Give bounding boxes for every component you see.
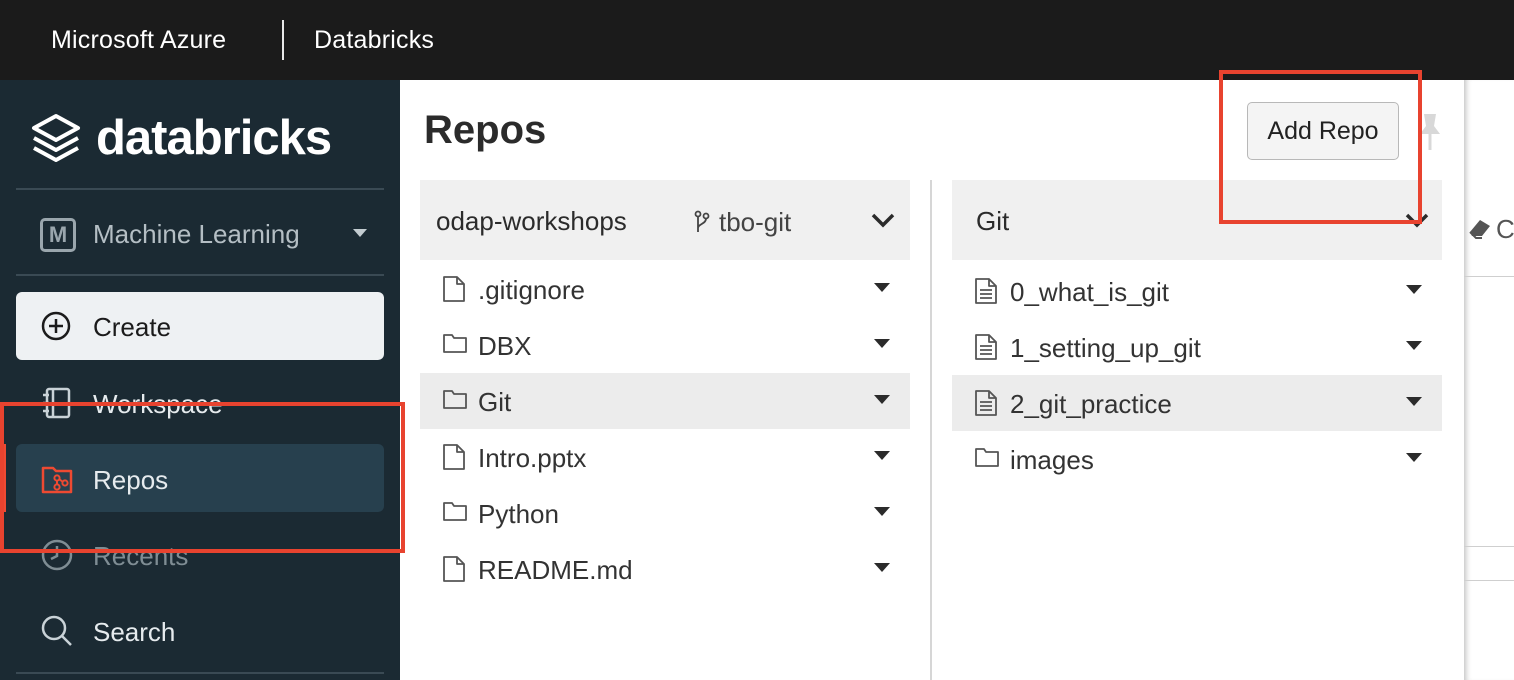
folder-icon xyxy=(443,334,467,353)
notebook-file-icon xyxy=(975,278,997,304)
caret-down-icon[interactable] xyxy=(874,563,890,572)
item-label: .gitignore xyxy=(478,275,585,305)
branch-name[interactable]: tbo-git xyxy=(719,207,791,238)
sidebar-divider xyxy=(16,274,384,276)
databricks-logo-icon xyxy=(32,114,80,162)
create-label: Create xyxy=(93,312,172,342)
item-label: README.md xyxy=(478,555,633,585)
persona-switcher[interactable]: M Machine Learning xyxy=(16,200,384,266)
item-label: 0_what_is_git xyxy=(1010,277,1169,307)
folder-icon xyxy=(443,502,467,521)
list-item[interactable]: Intro.pptx xyxy=(420,429,910,485)
column-divider xyxy=(930,180,932,680)
notebook-file-icon xyxy=(975,334,997,360)
plus-circle-icon xyxy=(41,311,71,341)
list-item[interactable]: README.md xyxy=(420,541,910,597)
file-icon xyxy=(443,444,465,470)
caret-down-icon xyxy=(353,229,367,237)
file-icon xyxy=(443,556,465,582)
folder-column: Git 0_what_is_git 1_setting_up_git 2_git… xyxy=(952,180,1442,680)
item-label: Intro.pptx xyxy=(478,443,587,473)
caret-down-icon[interactable] xyxy=(874,507,890,516)
column-header: odap-workshops tbo-git xyxy=(420,180,910,260)
caret-down-icon[interactable] xyxy=(1406,341,1422,350)
folder-icon xyxy=(975,448,999,467)
list-item[interactable]: images xyxy=(952,431,1442,487)
side-panel-peek: C xyxy=(1464,80,1514,680)
caret-down-icon[interactable] xyxy=(874,451,890,460)
list-item[interactable]: Git xyxy=(420,373,910,429)
highlight-box-repos xyxy=(0,402,405,553)
sidebar-item-label: Search xyxy=(93,617,176,647)
list-item[interactable]: 1_setting_up_git xyxy=(952,319,1442,375)
folder-name: Git xyxy=(976,206,1010,236)
chevron-down-icon[interactable] xyxy=(870,210,896,230)
repo-name[interactable]: odap-workshops xyxy=(436,206,627,237)
sidebar-item-search[interactable]: Search xyxy=(16,596,384,664)
page-title: Repos xyxy=(424,108,547,152)
item-label: 1_setting_up_git xyxy=(1010,333,1201,363)
persona-label: Machine Learning xyxy=(93,219,300,249)
item-label: Git xyxy=(478,387,512,417)
search-icon xyxy=(41,615,72,646)
highlight-box-add-repo xyxy=(1219,70,1422,224)
top-bar: Microsoft Azure Databricks xyxy=(0,0,1514,80)
caret-down-icon[interactable] xyxy=(1406,453,1422,462)
caret-down-icon[interactable] xyxy=(874,283,890,292)
list-item[interactable]: .gitignore xyxy=(420,261,910,317)
product-label: Databricks xyxy=(314,26,435,54)
sidebar: databricks M Machine Learning Create Wor… xyxy=(0,80,400,680)
peek-label: C xyxy=(1496,214,1514,244)
divider xyxy=(1464,276,1514,277)
persona-badge: M xyxy=(40,218,76,252)
list-item[interactable]: Python xyxy=(420,485,910,541)
cloud-provider-label: Microsoft Azure xyxy=(51,26,227,54)
sidebar-divider xyxy=(16,672,384,674)
caret-down-icon[interactable] xyxy=(874,395,890,404)
item-label: 2_git_practice xyxy=(1010,389,1172,419)
folder-icon xyxy=(443,390,467,409)
divider xyxy=(1464,580,1514,581)
git-branch-icon[interactable] xyxy=(694,210,710,234)
item-label: Python xyxy=(478,499,559,529)
repo-column: odap-workshops tbo-git .gitignore DBX Gi… xyxy=(420,180,910,680)
caret-down-icon[interactable] xyxy=(1406,397,1422,406)
divider xyxy=(1464,546,1514,547)
caret-down-icon[interactable] xyxy=(874,339,890,348)
notebook-file-icon xyxy=(975,390,997,416)
caret-down-icon[interactable] xyxy=(1406,285,1422,294)
topbar-divider xyxy=(282,20,284,60)
create-button[interactable]: Create xyxy=(16,292,384,360)
list-item[interactable]: 2_git_practice xyxy=(952,375,1442,431)
item-label: DBX xyxy=(478,331,532,361)
file-icon xyxy=(443,276,465,302)
item-label: images xyxy=(1010,445,1094,475)
sidebar-divider xyxy=(16,188,384,190)
list-item[interactable]: DBX xyxy=(420,317,910,373)
eraser-icon[interactable] xyxy=(1466,216,1492,240)
list-item[interactable]: 0_what_is_git xyxy=(952,263,1442,319)
logo-wordmark[interactable]: databricks xyxy=(96,110,332,166)
